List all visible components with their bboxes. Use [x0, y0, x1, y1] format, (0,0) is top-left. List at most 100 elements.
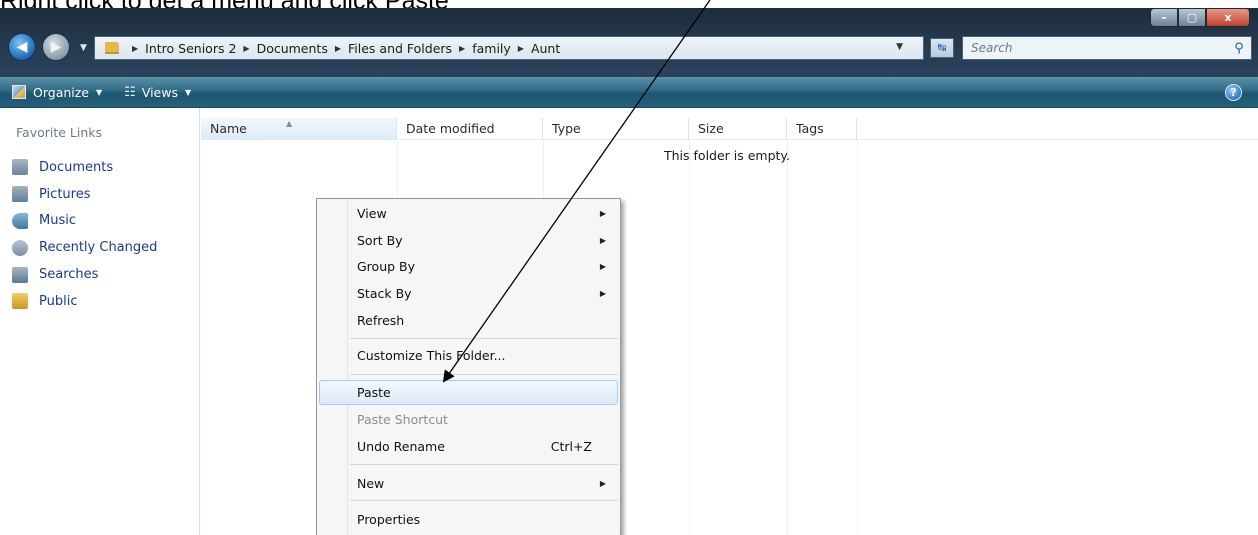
- minimize-button[interactable]: –: [1150, 8, 1178, 27]
- nav-item-searches[interactable]: Searches: [12, 261, 157, 288]
- menu-item-customize-folder[interactable]: Customize This Folder...: [319, 343, 618, 368]
- chevron-right-icon[interactable]: ▶: [518, 44, 524, 53]
- menu-item-label: Customize This Folder...: [357, 348, 506, 363]
- submenu-arrow-icon: ▶: [599, 262, 606, 271]
- organize-button[interactable]: Organize ▼: [0, 77, 112, 107]
- nav-item-label: Recently Changed: [39, 240, 158, 256]
- help-icon[interactable]: ?: [1225, 84, 1242, 101]
- column-divider: [689, 140, 690, 535]
- favorite-links-title: Favorite Links: [16, 125, 103, 140]
- views-button[interactable]: ☷ Views ▼: [112, 77, 201, 107]
- nav-item-public[interactable]: Public: [12, 288, 157, 315]
- menu-item-label: Sort By: [357, 232, 403, 248]
- close-button[interactable]: x: [1206, 8, 1250, 27]
- column-header-tags[interactable]: Tags: [787, 118, 857, 140]
- menu-item-label: Refresh: [357, 312, 405, 328]
- music-icon: [12, 212, 28, 229]
- menu-item-label: Stack By: [357, 286, 412, 301]
- empty-folder-message: This folder is empty.: [664, 148, 791, 163]
- menu-item-view[interactable]: View ▶: [319, 201, 618, 226]
- chevron-right-icon[interactable]: ▶: [459, 44, 465, 53]
- organize-icon: [12, 85, 26, 99]
- submenu-arrow-icon: ▶: [599, 478, 606, 488]
- column-header-label: Date modified: [406, 121, 495, 136]
- nav-item-documents[interactable]: Documents: [12, 154, 157, 181]
- favorite-links-list: Documents Pictures Music Recently Change…: [12, 154, 157, 315]
- search-input[interactable]: [963, 38, 1227, 58]
- back-arrow-icon: ◀: [16, 39, 28, 55]
- refresh-icon: ↹: [937, 41, 947, 54]
- pictures-icon: [12, 186, 28, 203]
- menu-item-properties[interactable]: Properties: [319, 507, 618, 532]
- refresh-button[interactable]: ↹: [930, 38, 954, 58]
- navigation-pane: Favorite Links Documents Pictures Music …: [0, 108, 200, 535]
- breadcrumb-item[interactable]: family: [472, 41, 511, 56]
- column-divider: [787, 140, 788, 535]
- forward-arrow-icon: ▶: [50, 39, 62, 55]
- menu-item-new[interactable]: New ▶: [319, 471, 618, 496]
- menu-separator: [350, 338, 618, 339]
- menu-item-label: Paste Shortcut: [357, 411, 448, 427]
- menu-item-label: Group By: [357, 259, 416, 274]
- command-toolbar: Organize ▼ ☷ Views ▼ ?: [0, 77, 1258, 108]
- column-header-size[interactable]: Size: [689, 118, 787, 140]
- back-button[interactable]: ◀: [8, 33, 36, 61]
- menu-item-sort-by[interactable]: Sort By ▶: [319, 228, 618, 253]
- breadcrumb-item[interactable]: Aunt: [531, 41, 560, 56]
- menu-item-refresh[interactable]: Refresh: [319, 308, 618, 333]
- nav-item-music[interactable]: Music: [12, 208, 157, 235]
- menu-item-label: Undo Rename: [357, 438, 445, 454]
- column-header-label: Tags: [796, 121, 824, 136]
- menu-separator: [350, 500, 618, 501]
- menu-item-label: Properties: [357, 512, 421, 527]
- recent-pages-dropdown-icon[interactable]: ▼: [80, 43, 87, 53]
- caret-down-icon: ▼: [185, 87, 192, 97]
- context-menu: View ▶ Sort By ▶ Group By ▶ Stack By ▶ R…: [316, 198, 621, 535]
- menu-item-undo-rename[interactable]: Undo Rename Ctrl+Z: [319, 434, 618, 459]
- column-header-label: Type: [552, 121, 581, 136]
- nav-item-label: Music: [39, 213, 76, 229]
- chevron-right-icon[interactable]: ▶: [132, 44, 138, 53]
- sort-ascending-icon: ▲: [286, 119, 293, 128]
- recently-changed-icon: [12, 239, 28, 256]
- submenu-arrow-icon: ▶: [599, 289, 606, 298]
- column-header-date-modified[interactable]: Date modified: [397, 118, 543, 140]
- chevron-right-icon[interactable]: ▶: [335, 44, 341, 53]
- chevron-right-icon[interactable]: ▶: [243, 44, 249, 53]
- organize-label: Organize: [33, 84, 89, 100]
- menu-shortcut: Ctrl+Z: [550, 438, 592, 454]
- breadcrumb-item[interactable]: Files and Folders: [348, 41, 452, 56]
- breadcrumb-item[interactable]: Documents: [257, 41, 328, 56]
- searches-icon: [12, 266, 28, 283]
- maximize-button[interactable]: ▢: [1178, 8, 1206, 27]
- column-header-row: Name ▲ Date modified Type Size Tags: [201, 118, 1258, 140]
- menu-item-label: View: [357, 206, 387, 221]
- nav-item-label: Pictures: [39, 186, 91, 202]
- search-box[interactable]: ⚲: [962, 36, 1252, 60]
- column-header-label: Size: [698, 121, 724, 136]
- folder-icon: [105, 42, 119, 54]
- documents-icon: [12, 159, 28, 176]
- caret-down-icon: ▼: [96, 87, 103, 97]
- address-dropdown-icon[interactable]: ▼: [896, 42, 903, 52]
- nav-item-pictures[interactable]: Pictures: [12, 181, 157, 208]
- nav-item-recently-changed[interactable]: Recently Changed: [12, 234, 157, 261]
- breadcrumb-item[interactable]: Intro Seniors 2: [145, 41, 236, 56]
- search-icon[interactable]: ⚲: [1227, 37, 1251, 59]
- submenu-arrow-icon: ▶: [599, 235, 606, 245]
- views-icon: ☷: [124, 84, 136, 100]
- menu-item-paste-shortcut: Paste Shortcut: [319, 407, 618, 432]
- nav-item-label: Searches: [39, 267, 99, 283]
- column-header-type[interactable]: Type: [543, 118, 689, 140]
- column-header-name[interactable]: Name ▲: [201, 118, 397, 140]
- forward-button[interactable]: ▶: [42, 33, 70, 61]
- public-folder-icon: [12, 293, 28, 310]
- address-bar[interactable]: ▶ Intro Seniors 2 ▶ Documents ▶ Files an…: [94, 36, 924, 60]
- nav-item-label: Documents: [39, 159, 114, 175]
- menu-item-paste[interactable]: Paste: [319, 380, 618, 405]
- views-label: Views: [141, 84, 178, 100]
- nav-item-label: Public: [39, 293, 78, 309]
- menu-item-group-by[interactable]: Group By ▶: [319, 254, 618, 279]
- menu-item-stack-by[interactable]: Stack By ▶: [319, 281, 618, 306]
- column-divider: [857, 140, 858, 535]
